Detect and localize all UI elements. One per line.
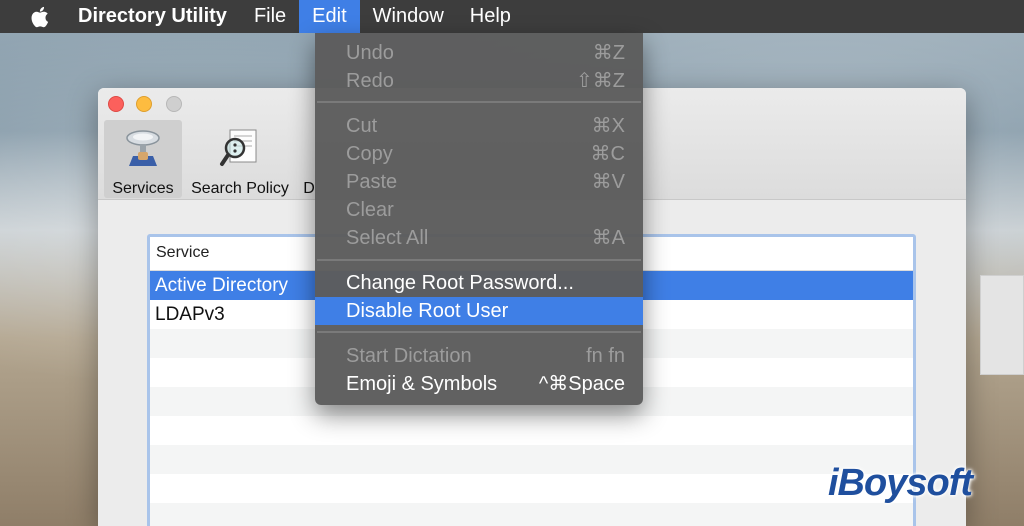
menu-bar: Directory Utility File Edit Window Help (0, 0, 1024, 33)
toolbar-services[interactable]: Services (104, 120, 182, 198)
directory-editor-label: D (303, 180, 315, 197)
menu-item-label: Paste (346, 171, 398, 193)
shortcut-undo: ⌘Z (592, 42, 625, 64)
menu-item-label: Emoji & Symbols (346, 373, 498, 395)
menu-item-select-all[interactable]: Select All ⌘A (315, 224, 643, 252)
services-label: Services (112, 180, 174, 197)
shortcut-paste: ⌘V (591, 171, 625, 193)
background-window-edge (980, 275, 1024, 375)
empty-row (150, 503, 913, 526)
menu-item-label: Copy (346, 143, 393, 165)
shortcut-redo: ⇧⌘Z (576, 70, 625, 92)
services-icon (126, 130, 160, 166)
menu-item-copy[interactable]: Copy ⌘C (315, 140, 643, 168)
zoom-button[interactable] (166, 96, 182, 112)
menu-help[interactable]: Help (457, 0, 524, 33)
minimize-button[interactable] (136, 96, 152, 112)
toolbar-directory-editor[interactable]: D (302, 120, 316, 198)
menu-item-label: Change Root Password... (346, 272, 574, 294)
menu-item-label: Redo (346, 70, 394, 92)
edit-menu-dropdown: Undo ⌘Z Redo ⇧⌘Z Cut ⌘X Copy ⌘C Paste ⌘V… (315, 33, 643, 405)
app-name-menu[interactable]: Directory Utility (78, 5, 227, 28)
menu-item-redo[interactable]: Redo ⇧⌘Z (315, 67, 643, 95)
toolbar-search-policy[interactable]: Search Policy (186, 120, 294, 198)
menu-item-disable-root-user[interactable]: Disable Root User (315, 297, 643, 325)
shortcut-copy: ⌘C (590, 143, 625, 165)
empty-row (150, 445, 913, 474)
menu-item-start-dictation[interactable]: Start Dictation fn fn (315, 342, 643, 370)
directory-editor-icon (302, 126, 316, 170)
menu-item-cut[interactable]: Cut ⌘X (315, 112, 643, 140)
empty-row (150, 474, 913, 503)
menu-item-paste[interactable]: Paste ⌘V (315, 168, 643, 196)
apple-icon[interactable] (30, 5, 52, 29)
menu-item-label: Select All (346, 227, 429, 249)
search-policy-label: Search Policy (191, 180, 289, 197)
menu-edit[interactable]: Edit (299, 0, 360, 33)
menu-file[interactable]: File (241, 0, 299, 33)
menu-separator (317, 331, 641, 333)
menu-item-label: Cut (346, 115, 378, 137)
shortcut-select-all: ⌘A (591, 227, 625, 249)
menu-item-emoji-symbols[interactable]: Emoji & Symbols ^⌘Space (315, 370, 643, 398)
menu-separator (317, 101, 641, 103)
empty-row (150, 416, 913, 445)
menu-item-label: Disable Root User (346, 300, 509, 322)
menu-item-change-root-password[interactable]: Change Root Password... (315, 269, 643, 297)
menu-item-label: Clear (346, 199, 394, 221)
menu-window[interactable]: Window (360, 0, 457, 33)
menu-item-clear[interactable]: Clear (315, 196, 643, 224)
search-policy-icon (220, 129, 257, 166)
shortcut-cut: ⌘X (591, 115, 625, 137)
close-button[interactable] (108, 96, 124, 112)
menu-item-label: Start Dictation (346, 345, 472, 367)
menu-item-undo[interactable]: Undo ⌘Z (315, 39, 643, 67)
menu-item-label: Undo (346, 42, 394, 64)
shortcut-start-dictation: fn fn (586, 345, 625, 367)
menu-separator (317, 259, 641, 261)
shortcut-emoji-symbols: ^⌘Space (538, 373, 625, 395)
iboysoft-watermark-logo: iBoysoft (828, 462, 973, 504)
